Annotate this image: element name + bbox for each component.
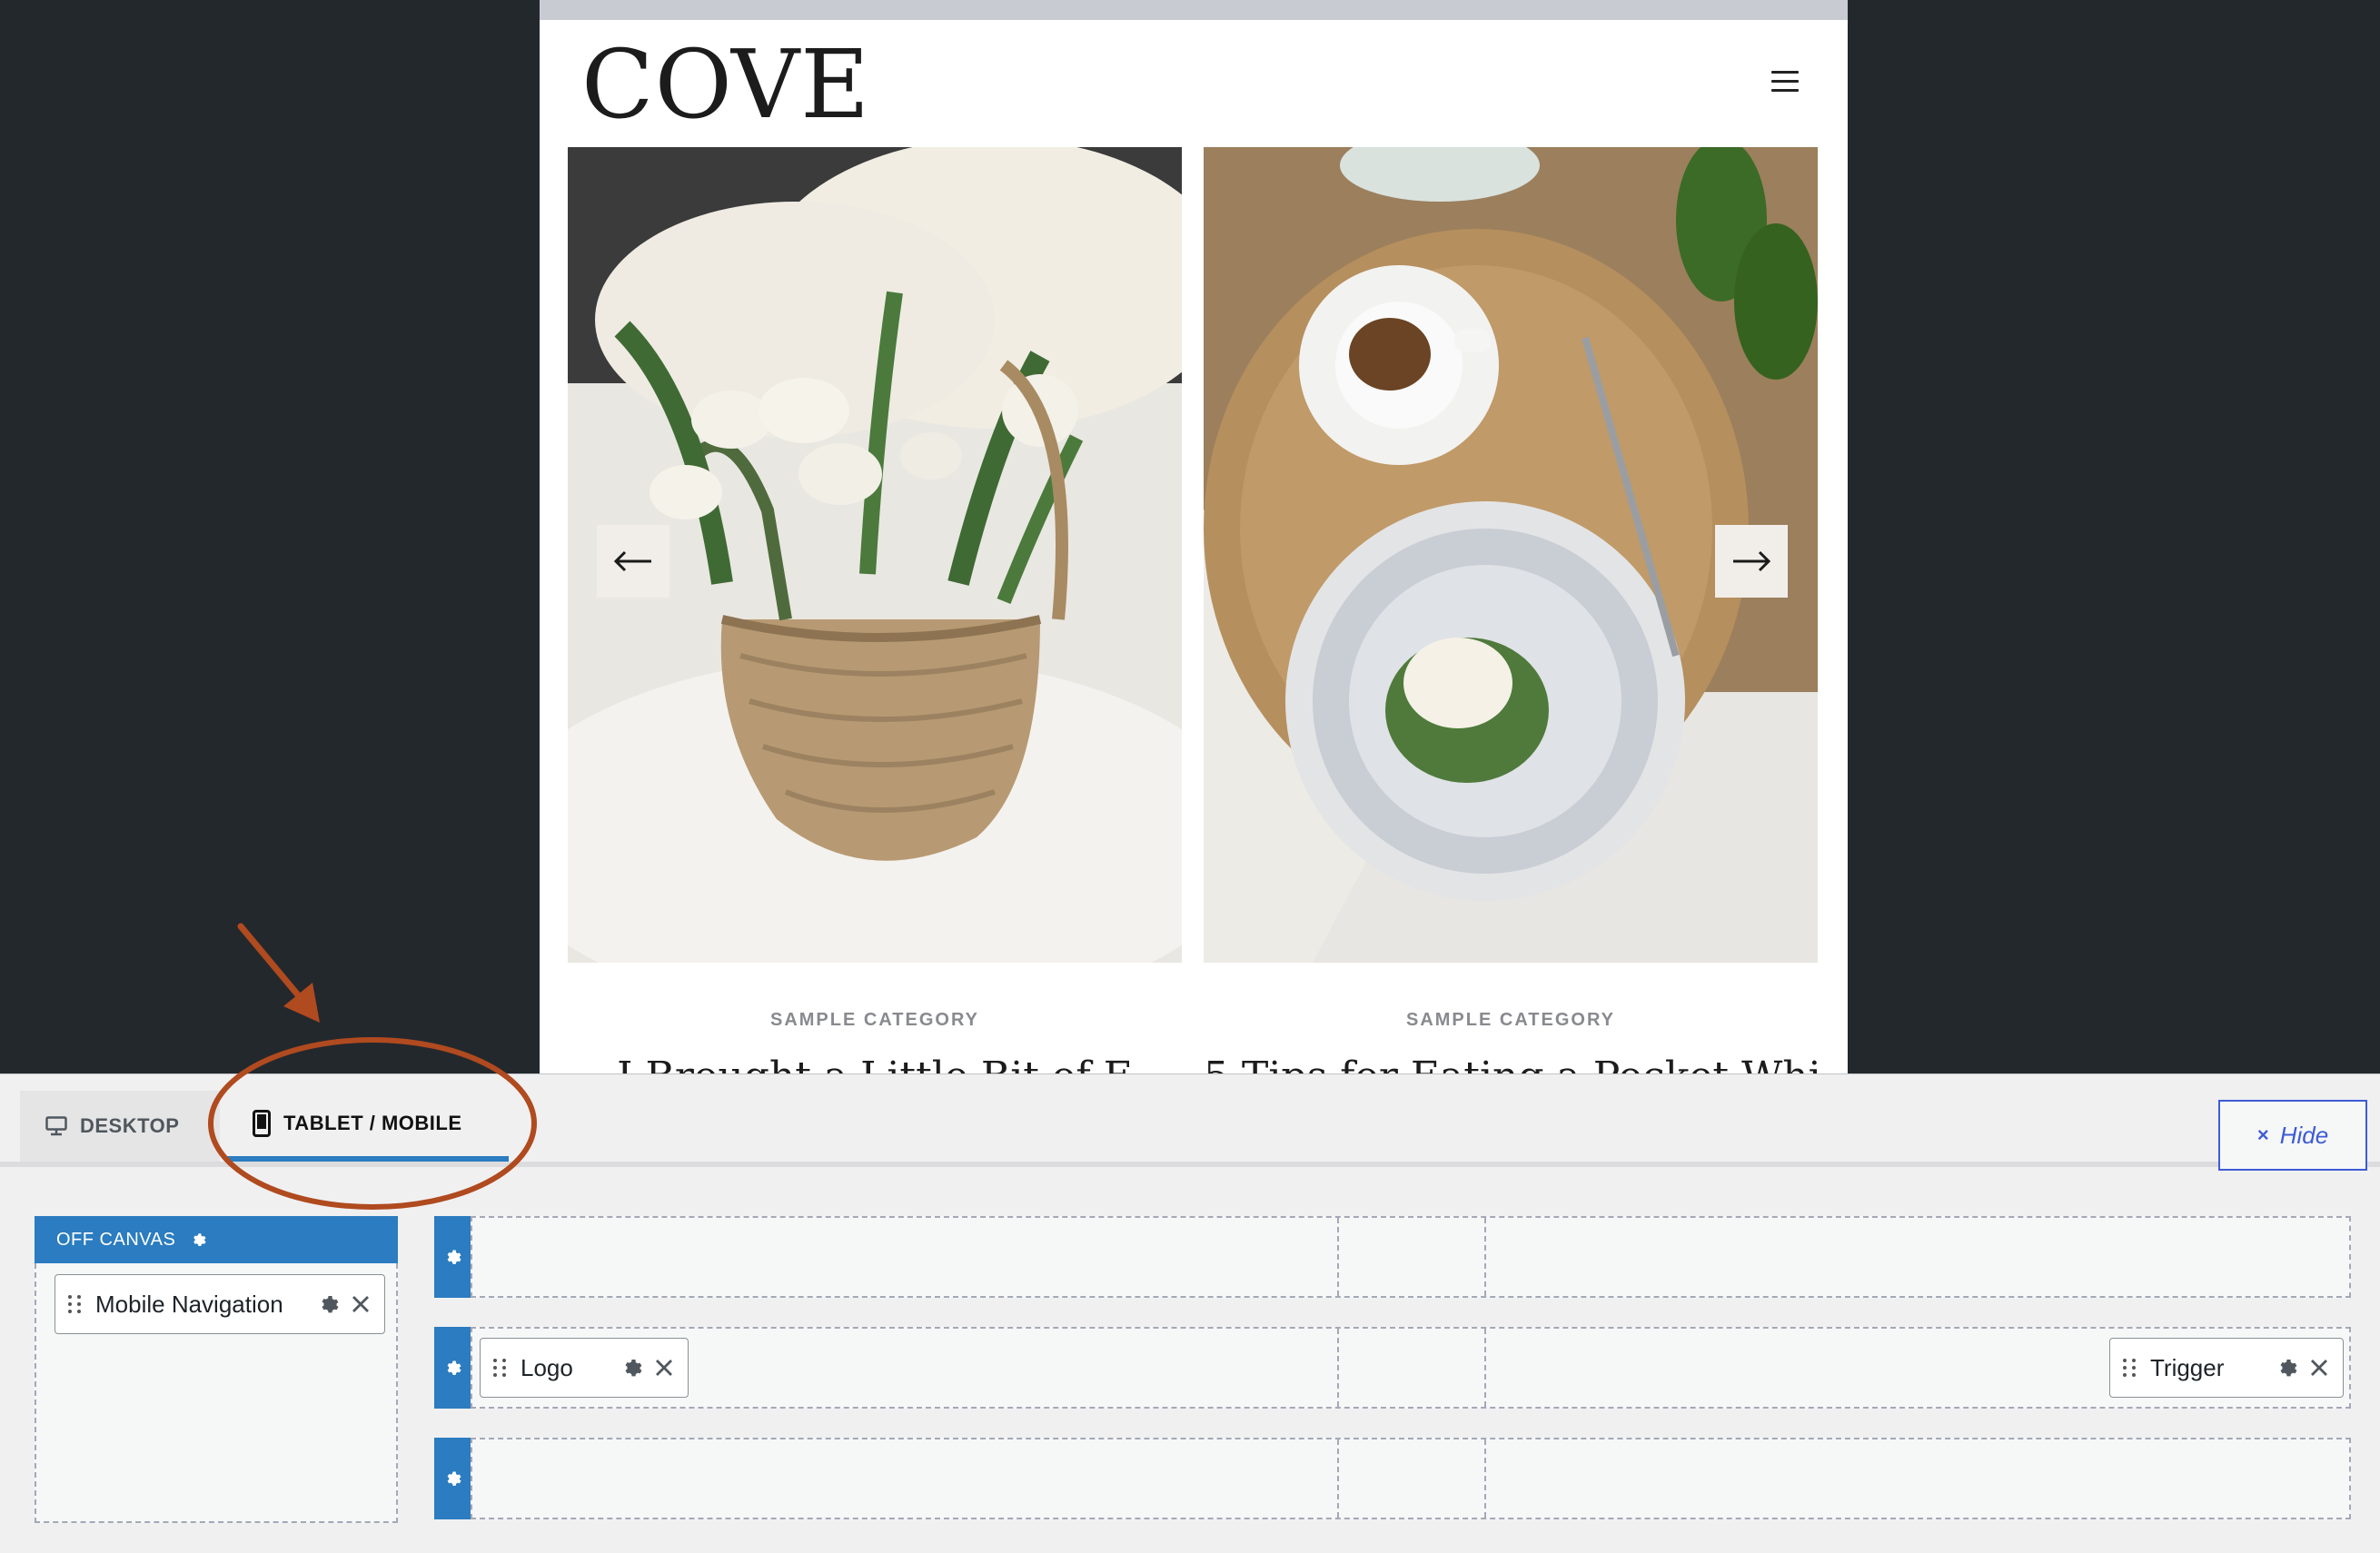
site-preview: COVE SAMPLE CATEGORY SAMPLE CATEGORY [0, 0, 2380, 1073]
hamburger-menu-icon[interactable] [1771, 71, 1799, 93]
gear-icon [447, 1360, 461, 1375]
slider-next-button[interactable] [1715, 525, 1788, 598]
site-top-bar [540, 0, 1848, 20]
builder-item-label: Mobile Navigation [95, 1290, 283, 1318]
gear-icon[interactable] [620, 1357, 642, 1379]
desktop-icon [45, 1116, 67, 1136]
drag-handle-icon[interactable] [68, 1295, 83, 1313]
drag-handle-icon[interactable] [493, 1359, 508, 1377]
builder-item-mobile-navigation[interactable]: Mobile Navigation [55, 1274, 385, 1334]
row-settings-gear-top[interactable] [434, 1216, 471, 1298]
column-divider [1337, 1329, 1339, 1407]
tab-desktop[interactable]: DESKTOP [20, 1091, 220, 1162]
mobile-icon [253, 1110, 271, 1137]
post-category[interactable]: SAMPLE CATEGORY [568, 1010, 1182, 1031]
close-icon[interactable] [655, 1359, 673, 1377]
device-tabs: DESKTOP TABLET / MOBILE × Hide [0, 1074, 2380, 1171]
arrow-left-icon [613, 550, 651, 572]
drag-handle-icon[interactable] [2123, 1359, 2137, 1377]
column-divider [1484, 1329, 1486, 1407]
column-divider [1484, 1218, 1486, 1296]
builder-item-trigger[interactable]: Trigger [2109, 1338, 2344, 1398]
post-category[interactable]: SAMPLE CATEGORY [1204, 1010, 1818, 1031]
row-settings-gear-main[interactable] [434, 1327, 471, 1409]
column-divider [1484, 1439, 1486, 1518]
gear-icon [447, 1250, 461, 1264]
close-icon: × [2256, 1123, 2269, 1146]
hide-label: Hide [2279, 1121, 2329, 1149]
column-divider [1337, 1218, 1339, 1296]
tabs-divider [0, 1162, 2380, 1167]
builder-item-label: Trigger [2150, 1353, 2225, 1381]
off-canvas-label: OFF CANVAS [56, 1229, 176, 1250]
builder-item-label: Logo [521, 1353, 573, 1381]
post-title[interactable]: I Brought a Little Bit of E [568, 1052, 1182, 1073]
builder-row-main[interactable]: Logo Trigger [471, 1327, 2351, 1409]
tab-tablet-mobile[interactable]: TABLET / MOBILE [227, 1091, 509, 1162]
hide-builder-button[interactable]: × Hide [2218, 1100, 2367, 1171]
gear-icon[interactable] [317, 1293, 339, 1315]
off-canvas-dropzone[interactable]: Mobile Navigation [35, 1263, 398, 1523]
close-icon[interactable] [2310, 1359, 2328, 1377]
gear-icon[interactable] [2276, 1357, 2297, 1379]
slider-prev-button[interactable] [597, 525, 669, 598]
tab-tablet-mobile-label: TABLET / MOBILE [283, 1112, 462, 1134]
post-title[interactable]: 5 Tips for Eating a Pocket While [1204, 1052, 1818, 1073]
header-builder-panel: DESKTOP TABLET / MOBILE × Hide OFF CANVA… [0, 1073, 2380, 1553]
builder-row-bottom[interactable] [471, 1438, 2351, 1519]
off-canvas-header[interactable]: OFF CANVAS [35, 1216, 398, 1263]
gear-icon [447, 1471, 461, 1486]
site-page: COVE SAMPLE CATEGORY SAMPLE CATEGORY [540, 0, 1848, 1073]
builder-item-logo[interactable]: Logo [480, 1338, 689, 1398]
arrow-right-icon [1733, 550, 1771, 572]
tab-desktop-label: DESKTOP [80, 1114, 180, 1137]
builder-row-top[interactable] [471, 1216, 2351, 1298]
gear-icon[interactable] [190, 1232, 206, 1248]
site-logo[interactable]: COVE [581, 31, 870, 138]
row-settings-gear-bottom[interactable] [434, 1438, 471, 1519]
close-icon[interactable] [352, 1295, 370, 1313]
column-divider [1337, 1439, 1339, 1518]
